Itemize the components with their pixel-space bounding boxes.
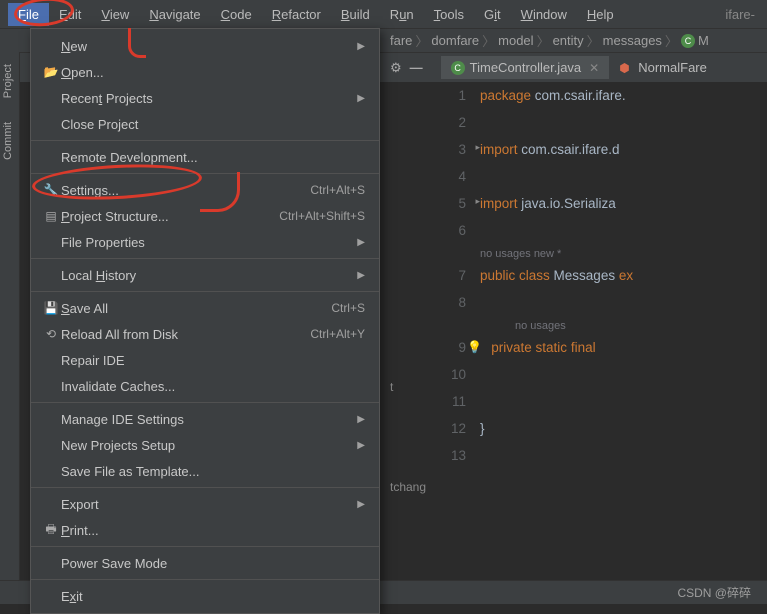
inlay-hint[interactable]: no usages new *: [435, 248, 767, 260]
breadcrumb-part[interactable]: domfare: [431, 33, 479, 48]
reload-icon: ⟲: [41, 327, 61, 341]
wrench-icon: 🔧: [41, 183, 61, 197]
line-number: 6: [435, 223, 480, 238]
submenu-arrow-icon: ▶: [357, 270, 365, 281]
menu-refactor[interactable]: Refactor: [262, 3, 331, 26]
close-icon[interactable]: ✕: [589, 61, 599, 75]
folder-icon: 📂: [41, 65, 61, 79]
bulb-icon[interactable]: 💡: [467, 340, 482, 354]
gear-icon[interactable]: ⚙: [390, 60, 402, 76]
menu-recent-projects[interactable]: Recent Projects▶: [31, 85, 379, 111]
menu-project-structure[interactable]: ▤Project Structure...Ctrl+Alt+Shift+S: [31, 203, 379, 229]
obscured-text: t: [390, 380, 393, 394]
class-icon: C: [681, 34, 695, 48]
menu-file[interactable]: File: [8, 3, 49, 26]
line-number: 1: [435, 88, 480, 103]
main-menubar: File Edit View Navigate Code Refactor Bu…: [0, 0, 767, 28]
line-number: 4: [435, 169, 480, 184]
editor-tab-timecontroller[interactable]: C TimeController.java ✕: [441, 56, 610, 79]
line-number: 13: [435, 448, 480, 463]
menu-help[interactable]: Help: [577, 3, 624, 26]
submenu-arrow-icon: ▶: [357, 414, 365, 425]
fold-icon[interactable]: ▸: [475, 142, 480, 153]
menu-build[interactable]: Build: [331, 3, 380, 26]
line-number: 12: [435, 421, 480, 436]
menu-git[interactable]: Git: [474, 3, 511, 26]
tab-label: NormalFare: [638, 60, 707, 75]
obscured-text: tchang: [390, 480, 426, 494]
menu-new[interactable]: New▶: [31, 33, 379, 59]
breadcrumb-part[interactable]: fare: [390, 33, 412, 48]
bug-icon: ⬢: [619, 61, 633, 75]
menu-new-projects-setup[interactable]: New Projects Setup▶: [31, 432, 379, 458]
menu-exit[interactable]: Exit: [31, 583, 379, 609]
shortcut-text: Ctrl+Alt+Shift+S: [279, 209, 365, 223]
inlay-hint[interactable]: no usages: [435, 320, 767, 332]
submenu-arrow-icon: ▶: [357, 41, 365, 52]
submenu-arrow-icon: ▶: [357, 499, 365, 510]
menu-manage-ide-settings[interactable]: Manage IDE Settings▶: [31, 406, 379, 432]
shortcut-text: Ctrl+Alt+S: [310, 183, 365, 197]
menu-window[interactable]: Window: [511, 3, 577, 26]
watermark-text: CSDN @碎碎: [677, 584, 751, 601]
save-icon: 💾: [41, 301, 61, 315]
structure-icon: ▤: [41, 209, 61, 223]
menu-edit[interactable]: Edit: [49, 3, 91, 26]
line-number: 8: [435, 295, 480, 310]
rail-commit[interactable]: Commit: [0, 110, 16, 172]
menu-power-save-mode[interactable]: Power Save Mode: [31, 550, 379, 576]
menu-export[interactable]: Export▶: [31, 491, 379, 517]
breadcrumb-part[interactable]: messages: [603, 33, 662, 48]
menu-invalidate-caches[interactable]: Invalidate Caches...: [31, 373, 379, 399]
line-number: 7: [435, 268, 480, 283]
menu-repair-ide[interactable]: Repair IDE: [31, 347, 379, 373]
submenu-arrow-icon: ▶: [357, 237, 365, 248]
menu-settings[interactable]: 🔧Settings...Ctrl+Alt+S: [31, 177, 379, 203]
menu-open[interactable]: 📂Open...: [31, 59, 379, 85]
menu-run[interactable]: Run: [380, 3, 424, 26]
class-icon: C: [451, 61, 465, 75]
editor-tab-normalfare[interactable]: ⬢ NormalFare: [609, 56, 717, 79]
line-number: 9💡: [435, 340, 480, 355]
line-number: 10: [435, 367, 480, 382]
collapse-icon[interactable]: —: [410, 60, 423, 75]
menu-navigate[interactable]: Navigate: [139, 3, 210, 26]
menu-save-all[interactable]: 💾Save AllCtrl+S: [31, 295, 379, 321]
shortcut-text: Ctrl+S: [331, 301, 365, 315]
submenu-arrow-icon: ▶: [357, 440, 365, 451]
breadcrumb-part[interactable]: entity: [553, 33, 584, 48]
tool-window-rail: Project Commit: [0, 52, 20, 604]
line-number: 11: [435, 394, 480, 409]
menu-code[interactable]: Code: [211, 3, 262, 26]
breadcrumb-file[interactable]: M: [698, 33, 709, 48]
menu-view[interactable]: View: [91, 3, 139, 26]
file-menu-dropdown: New▶ 📂Open... Recent Projects▶ Close Pro…: [30, 28, 380, 614]
shortcut-text: Ctrl+Alt+Y: [310, 327, 365, 341]
fold-icon[interactable]: ▸: [475, 196, 480, 207]
project-name: ifare-: [725, 7, 759, 22]
print-icon: 🖶: [41, 520, 61, 541]
code-editor[interactable]: 1package com.csair.ifare. 2 3▸import com…: [435, 82, 767, 580]
tab-label: TimeController.java: [470, 60, 582, 75]
menu-reload-from-disk[interactable]: ⟲Reload All from DiskCtrl+Alt+Y: [31, 321, 379, 347]
line-number: 5▸: [435, 196, 480, 211]
menu-remote-development[interactable]: Remote Development...: [31, 144, 379, 170]
submenu-arrow-icon: ▶: [357, 93, 365, 104]
menu-local-history[interactable]: Local History▶: [31, 262, 379, 288]
menu-file-properties[interactable]: File Properties▶: [31, 229, 379, 255]
menu-save-as-template[interactable]: Save File as Template...: [31, 458, 379, 484]
breadcrumb-part[interactable]: model: [498, 33, 533, 48]
rail-project[interactable]: Project: [0, 52, 16, 110]
line-number: 2: [435, 115, 480, 130]
line-number: 3▸: [435, 142, 480, 157]
menu-tools[interactable]: Tools: [424, 3, 474, 26]
menu-print[interactable]: 🖶Print...: [31, 517, 379, 543]
menu-close-project[interactable]: Close Project: [31, 111, 379, 137]
